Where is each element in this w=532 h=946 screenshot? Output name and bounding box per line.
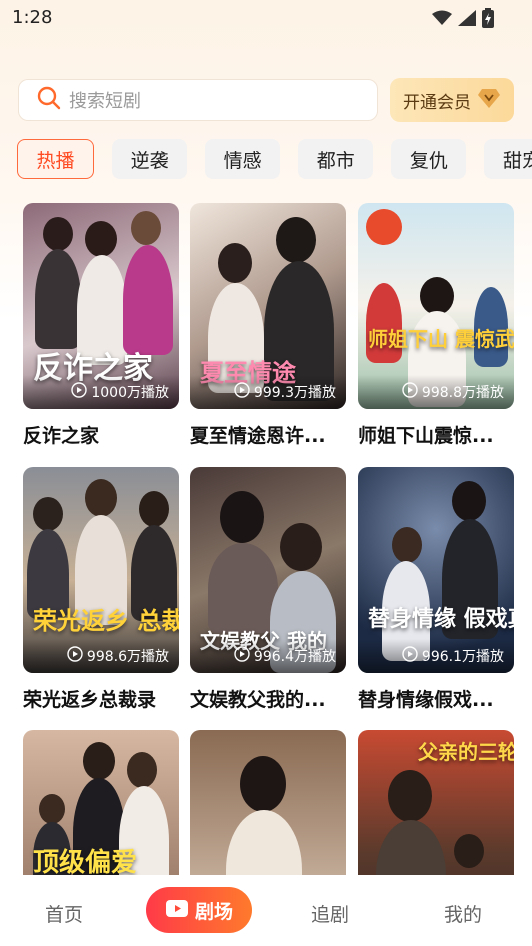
play-icon xyxy=(402,382,418,402)
play-icon xyxy=(71,382,88,402)
search-icon xyxy=(37,86,69,114)
drama-title[interactable]: 师姐下山震惊... xyxy=(358,421,514,448)
play-overlay: 1000万播放 xyxy=(23,375,179,409)
drama-poster[interactable]: 替身情缘 假戏真做 996.1万播放 xyxy=(358,467,514,673)
play-icon xyxy=(234,646,250,666)
play-overlay: 996.1万播放 xyxy=(358,639,514,673)
category-revenge[interactable]: 复仇 xyxy=(391,139,467,179)
drama-poster[interactable]: 顶级偏爱 xyxy=(23,730,179,875)
play-overlay: 999.3万播放 xyxy=(190,375,346,409)
drama-card[interactable]: 师姐下山 震惊武林 998.8万播放 师姐下山震惊... xyxy=(358,203,514,448)
nav-home[interactable]: 首页 xyxy=(45,900,83,927)
play-tv-icon xyxy=(165,897,189,923)
status-time: 1:28 xyxy=(12,7,53,28)
drama-title[interactable]: 荣光返乡总裁录 xyxy=(23,685,179,712)
drama-card[interactable]: 替身情缘 假戏真做 996.1万播放 替身情缘假戏... xyxy=(358,467,514,712)
signal-icon xyxy=(458,10,476,30)
play-count: 1000万播放 xyxy=(91,385,169,401)
bottom-nav: 首页 剧场 追剧 我的 xyxy=(0,876,532,946)
play-overlay: 996.4万播放 xyxy=(190,639,346,673)
poster-title: 顶级偏爱 xyxy=(33,848,138,875)
play-count: 998.8万播放 xyxy=(421,385,504,401)
nav-theater-label: 剧场 xyxy=(194,900,233,923)
battery-icon xyxy=(482,8,494,32)
play-count: 998.6万播放 xyxy=(86,649,169,665)
drama-title[interactable]: 反诈之家 xyxy=(23,421,179,448)
play-overlay: 998.6万播放 xyxy=(23,639,179,673)
drama-card[interactable]: 反诈之家 1000万播放 反诈之家 xyxy=(23,203,179,448)
search-placeholder: 搜索短剧 xyxy=(69,91,141,112)
drama-card[interactable]: 夏至情途 999.3万播放 夏至情途恩许... xyxy=(190,203,346,448)
drama-poster[interactable]: 夏至情途 999.3万播放 xyxy=(190,203,346,409)
wifi-icon xyxy=(432,10,452,30)
drama-title[interactable]: 夏至情途恩许... xyxy=(190,421,346,448)
play-icon xyxy=(234,382,250,402)
poster-title: 替身情缘 假戏真做 xyxy=(368,606,514,632)
drama-title[interactable]: 替身情缘假戏... xyxy=(358,685,514,712)
drama-poster[interactable]: 荣光返乡 总裁录 998.6万播放 xyxy=(23,467,179,673)
poster-title: 荣光返乡 总裁录 xyxy=(33,606,179,635)
nav-theater[interactable]: 剧场 xyxy=(146,887,252,933)
drama-card[interactable]: 文娱教父 我的 996.4万播放 文娱教父我的... xyxy=(190,467,346,712)
drama-card[interactable]: 顶级偏爱 xyxy=(23,730,179,875)
drama-grid: 反诈之家 1000万播放 反诈之家 夏至情途 999.3万播放 夏至情途恩许..… xyxy=(23,203,515,875)
play-count: 996.1万播放 xyxy=(421,649,504,665)
play-count: 996.4万播放 xyxy=(253,649,336,665)
vip-label: 开通会员 xyxy=(403,92,471,113)
play-icon xyxy=(67,646,83,666)
drama-poster[interactable] xyxy=(190,730,346,875)
category-emotion[interactable]: 情感 xyxy=(205,139,281,179)
drama-card[interactable] xyxy=(190,730,346,875)
diamond-icon xyxy=(477,87,501,113)
play-overlay: 998.8万播放 xyxy=(358,375,514,409)
drama-poster[interactable]: 反诈之家 1000万播放 xyxy=(23,203,179,409)
category-tabs: 热播 逆袭 情感 都市 复仇 甜宠 xyxy=(17,139,532,179)
category-hot[interactable]: 热播 xyxy=(17,139,94,179)
drama-title[interactable]: 文娱教父我的... xyxy=(190,685,346,712)
category-counterattack[interactable]: 逆袭 xyxy=(112,139,188,179)
play-count: 999.3万播放 xyxy=(253,385,336,401)
category-urban[interactable]: 都市 xyxy=(298,139,374,179)
drama-card[interactable]: 荣光返乡 总裁录 998.6万播放 荣光返乡总裁录 xyxy=(23,467,179,712)
drama-poster[interactable]: 文娱教父 我的 996.4万播放 xyxy=(190,467,346,673)
drama-card[interactable]: 父亲的三轮车 xyxy=(358,730,514,875)
nav-mine[interactable]: 我的 xyxy=(444,900,482,927)
drama-poster[interactable]: 师姐下山 震惊武林 998.8万播放 xyxy=(358,203,514,409)
drama-poster[interactable]: 父亲的三轮车 xyxy=(358,730,514,875)
search-input[interactable]: 搜索短剧 xyxy=(18,79,378,121)
poster-title: 师姐下山 震惊武林 xyxy=(368,327,514,351)
vip-button[interactable]: 开通会员 xyxy=(390,78,514,122)
category-sweet[interactable]: 甜宠 xyxy=(484,139,532,179)
status-icons xyxy=(432,8,494,32)
play-icon xyxy=(402,646,418,666)
poster-title: 父亲的三轮车 xyxy=(418,740,514,764)
nav-follow[interactable]: 追剧 xyxy=(311,900,349,927)
status-bar: 1:28 xyxy=(0,0,532,36)
